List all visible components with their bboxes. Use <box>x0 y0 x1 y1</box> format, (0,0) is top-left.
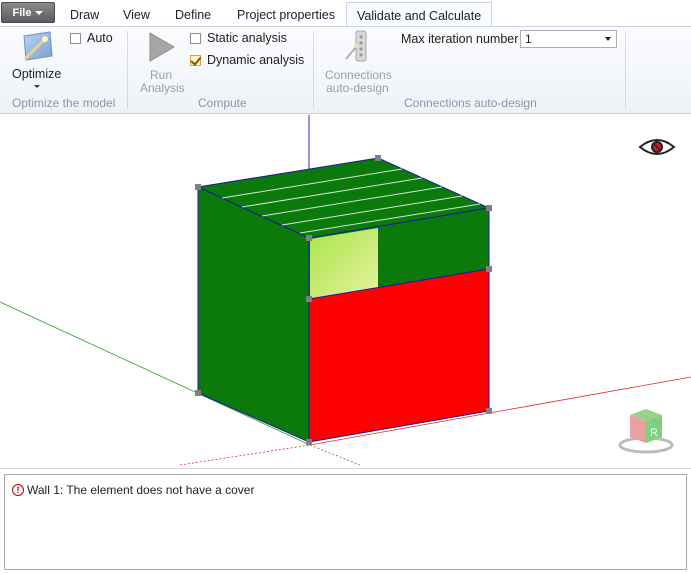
tab-validate-and-calculate[interactable]: Validate and Calculate <box>346 2 493 27</box>
dynamic-analysis-checkbox-box[interactable] <box>190 54 201 66</box>
ribbon-panel: Optimize Auto Optimize the model Run Ana… <box>0 27 691 114</box>
max-iteration-label: Max iteration number <box>401 32 519 46</box>
y-axis-line-ext <box>309 444 361 466</box>
auto-design-label: auto-design <box>326 81 389 95</box>
dynamic-analysis-checkbox[interactable]: Dynamic analysis <box>190 53 304 67</box>
group-label-compute: Compute <box>198 96 247 110</box>
auto-checkbox-box[interactable] <box>70 32 81 44</box>
optimize-button[interactable]: Optimize <box>8 29 66 91</box>
auto-label: Auto <box>87 31 113 45</box>
chevron-down-icon <box>34 85 40 88</box>
3d-scene[interactable]: R <box>0 115 691 467</box>
group-separator <box>127 31 128 109</box>
play-icon <box>149 32 175 62</box>
tab-view[interactable]: View <box>123 0 150 27</box>
group-separator <box>313 31 314 109</box>
optimize-icon <box>23 31 53 61</box>
max-iteration-select[interactable]: 1 <box>520 30 617 48</box>
ribbon-tab-bar: File Draw View Define Project properties… <box>0 0 691 27</box>
run-label: Run <box>150 68 173 82</box>
eye-hidden-icon[interactable] <box>638 139 676 155</box>
static-analysis-checkbox[interactable]: Static analysis <box>190 31 287 45</box>
orientation-cube-icon[interactable]: R <box>618 409 674 454</box>
chevron-down-icon <box>605 37 611 41</box>
static-analysis-checkbox-box[interactable] <box>190 32 201 44</box>
tab-define[interactable]: Define <box>175 0 211 27</box>
chevron-down-icon <box>35 10 44 15</box>
static-analysis-label: Static analysis <box>207 31 287 45</box>
message-item[interactable]: ! Wall 1: The element does not have a co… <box>12 483 254 497</box>
selected-panel[interactable] <box>310 228 378 299</box>
connections-auto-design-button[interactable]: Connections auto-design <box>320 29 396 95</box>
run-analysis-button[interactable]: Run Analysis <box>136 29 186 95</box>
file-menu-label: File <box>12 6 32 19</box>
message-text: Wall 1: The element does not have a cove… <box>27 483 255 497</box>
viewport-divider <box>0 468 691 469</box>
wall-1-error[interactable] <box>308 268 490 443</box>
max-iteration-value: 1 <box>525 32 532 46</box>
tab-project-properties[interactable]: Project properties <box>237 0 335 27</box>
optimize-label: Optimize <box>12 67 62 81</box>
auto-checkbox[interactable]: Auto <box>70 31 113 45</box>
connections-icon <box>345 30 367 62</box>
3d-viewport[interactable]: R <box>0 115 691 467</box>
group-label-connections: Connections auto-design <box>404 96 537 110</box>
file-menu-button[interactable]: File <box>1 2 55 23</box>
connections-label: Connections <box>325 68 392 82</box>
group-label-optimize: Optimize the model <box>12 96 116 110</box>
x-axis-line-ext <box>179 444 311 466</box>
messages-panel: ! Wall 1: The element does not have a co… <box>4 474 687 570</box>
analysis-label: Analysis <box>140 81 185 95</box>
group-separator <box>625 31 626 109</box>
error-icon: ! <box>12 484 24 496</box>
dynamic-analysis-label: Dynamic analysis <box>207 53 305 67</box>
orientation-cube-label: R <box>650 427 658 439</box>
tab-draw[interactable]: Draw <box>70 0 99 27</box>
